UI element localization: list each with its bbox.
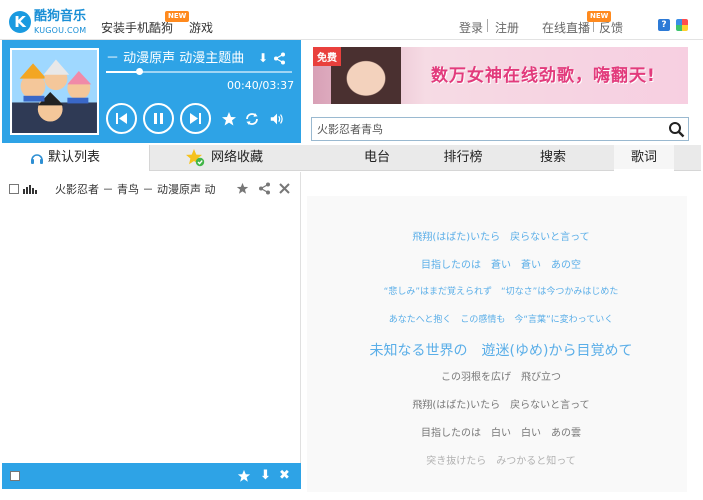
main-tabs: 电台 排行榜 搜索 歌词 xyxy=(301,145,701,171)
previous-button[interactable] xyxy=(106,103,137,134)
row-star-icon[interactable] xyxy=(236,182,249,195)
row-remove-icon[interactable] xyxy=(279,183,290,194)
divider xyxy=(487,19,488,32)
pause-button[interactable] xyxy=(143,103,174,134)
ad-slogan: 数万女神在线劲歌，嗨翻天! xyxy=(431,66,656,86)
list-toolbar: ⬇ ✖ xyxy=(2,463,301,489)
lyric-line: この羽根を広げ 飛び立つ xyxy=(441,372,561,383)
song-checkbox[interactable] xyxy=(9,184,19,194)
row-share-icon[interactable] xyxy=(258,182,271,195)
pause-icon xyxy=(154,113,163,124)
ad-free-tag: 免费 xyxy=(313,47,341,66)
install-mobile-link[interactable]: 安装手机酷狗 xyxy=(101,19,173,36)
star-check-icon xyxy=(186,149,205,167)
tab-label: 网络收藏 xyxy=(211,150,264,165)
select-all-checkbox[interactable] xyxy=(10,471,20,481)
search-box xyxy=(311,117,689,141)
live-link[interactable]: 在线直播 xyxy=(542,19,590,36)
progress-bar[interactable] xyxy=(106,68,292,75)
playlist-tabs: 默认列表 网络收藏 xyxy=(2,145,301,171)
tab-charts[interactable]: 排行榜 xyxy=(433,145,493,171)
song-title: 火影忍者 － 青鸟 － 动漫原声 动 xyxy=(55,183,216,196)
share-icon[interactable] xyxy=(273,52,286,65)
now-playing-title: － 动漫原声 动漫主题曲 xyxy=(106,51,245,66)
lyric-line: 目指したのは 蒼い 蒼い あの空 xyxy=(421,260,581,271)
tab-radio[interactable]: 电台 xyxy=(347,145,407,171)
remove-selected-icon[interactable]: ✖ xyxy=(279,468,290,483)
feedback-link[interactable]: 反馈 xyxy=(599,19,623,36)
album-art-image xyxy=(12,50,97,133)
playing-bars-icon xyxy=(23,185,37,194)
search-icon[interactable] xyxy=(668,121,685,138)
volume-icon[interactable] xyxy=(269,111,285,127)
next-icon xyxy=(190,113,201,124)
time-readout: 00:40/03:37 xyxy=(227,79,295,92)
tab-search[interactable]: 搜索 xyxy=(523,145,583,171)
player-panel: － 动漫原声 动漫主题曲 ⬇ 00:40/03:37 xyxy=(2,40,301,143)
search-input[interactable] xyxy=(317,121,657,137)
kugou-logo-icon: K xyxy=(9,11,31,33)
logo-name: 酷狗音乐 xyxy=(34,9,87,24)
previous-icon xyxy=(116,113,127,124)
song-list: 火影忍者 － 青鸟 － 动漫原声 动 xyxy=(2,172,301,463)
help-icon[interactable]: ? xyxy=(658,19,670,31)
ad-portrait-image xyxy=(331,47,401,104)
favorite-selected-icon[interactable] xyxy=(237,469,251,483)
tab-label: 默认列表 xyxy=(48,150,101,165)
tab-lyrics[interactable]: 歌词 xyxy=(614,145,674,171)
lyric-line: あなたへと抱く この感情も 今“言葉”に変わっていく xyxy=(388,315,614,325)
lyric-line: “悲しみ”はまだ覚えられず “切なさ”は今つかみはじめた xyxy=(383,287,619,297)
download-icon[interactable]: ⬇ xyxy=(258,52,268,64)
download-selected-icon[interactable]: ⬇ xyxy=(260,468,271,483)
login-link[interactable]: 登录 xyxy=(459,19,483,36)
register-link[interactable]: 注册 xyxy=(495,19,519,36)
lyric-line: 未知なる世界の 遊迷(ゆめ)から目覚めて xyxy=(369,343,633,359)
next-button[interactable] xyxy=(180,103,211,134)
progress-fill xyxy=(106,71,140,73)
lyric-line: 目指したのは 白い 白い あの雲 xyxy=(421,428,581,439)
new-badge: NEW xyxy=(165,11,190,22)
progress-knob[interactable] xyxy=(136,68,144,75)
lyric-line: 飛翔(はばた)いたら 戻らないと言って xyxy=(412,400,590,411)
album-art[interactable] xyxy=(10,48,99,135)
lyric-line: 突き抜けたら みつかると知って xyxy=(426,456,576,467)
list-item[interactable]: 火影忍者 － 青鸟 － 动漫原声 动 xyxy=(2,176,301,198)
lyric-line: 飛翔(はばた)いたら 戻らないと言って xyxy=(412,232,590,243)
skin-palette-icon[interactable] xyxy=(676,19,688,31)
logo-domain: KUGOU.COM xyxy=(34,26,87,35)
tab-default-list[interactable]: 默认列表 xyxy=(2,145,150,171)
headphones-icon xyxy=(31,154,43,164)
games-link[interactable]: 游戏 xyxy=(189,19,213,36)
lyrics-panel: 飛翔(はばた)いたら 戻らないと言って 目指したのは 蒼い 蒼い あの空 “悲しみ”… xyxy=(301,172,701,494)
top-header: K 酷狗音乐 KUGOU.COM 安装手机酷狗 NEW 游戏 登录 注册 在线直… xyxy=(0,0,703,40)
favorite-star-icon[interactable] xyxy=(221,111,237,127)
repeat-mode-icon[interactable] xyxy=(244,111,260,127)
ad-banner[interactable]: 免费 数万女神在线劲歌，嗨翻天! xyxy=(313,47,688,104)
tab-network-favorites[interactable]: 网络收藏 xyxy=(182,145,300,171)
